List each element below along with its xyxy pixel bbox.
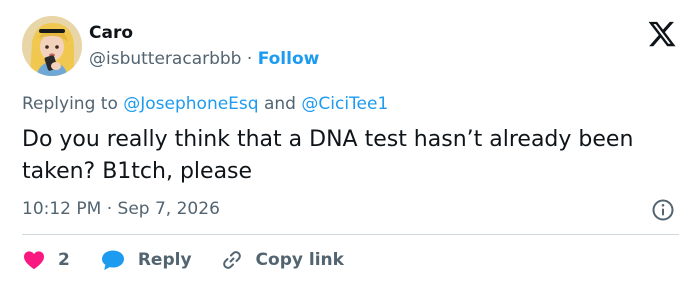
divider	[22, 234, 679, 235]
reply-label: Reply	[137, 250, 192, 270]
like-button[interactable]: 2	[22, 248, 100, 272]
avatar[interactable]	[22, 16, 82, 76]
like-count: 2	[58, 250, 70, 270]
mention-link[interactable]: @JosephoneEsq	[123, 94, 258, 114]
copy-link-button[interactable]: Copy link	[220, 248, 344, 272]
replying-conjunction: and	[263, 94, 296, 114]
action-bar: 2 Reply Copy link	[22, 247, 344, 273]
follow-button[interactable]: Follow	[258, 49, 320, 69]
tweet-text: Do you really think that a DNA test hasn…	[22, 127, 634, 184]
speech-bubble-icon	[101, 250, 124, 270]
tweet-timestamp[interactable]: 10:12 PM · Sep 7, 2026	[22, 198, 220, 220]
tweet-time: 10:12 PM	[22, 199, 102, 219]
reply-button[interactable]: Reply	[100, 248, 220, 272]
replying-prefix: Replying to	[22, 94, 118, 114]
tweet-date: Sep 7, 2026	[117, 199, 220, 219]
avatar-image	[22, 16, 82, 76]
copy-link-label: Copy link	[255, 250, 344, 270]
author-handle-row: @isbutteracarbbb · Follow	[89, 48, 319, 70]
heart-icon	[24, 251, 44, 270]
handle-separator: ·	[246, 49, 253, 69]
meta-separator: ·	[106, 199, 113, 219]
x-logo-icon[interactable]	[647, 19, 677, 49]
replying-to-line: Replying to @JosephoneEsq and @CiciTee1	[22, 93, 388, 115]
info-icon[interactable]	[651, 198, 675, 222]
author-name[interactable]: Caro	[89, 22, 133, 44]
mention-link[interactable]: @CiciTee1	[301, 94, 388, 114]
link-icon	[222, 251, 241, 269]
author-handle[interactable]: @isbutteracarbbb	[89, 49, 241, 69]
